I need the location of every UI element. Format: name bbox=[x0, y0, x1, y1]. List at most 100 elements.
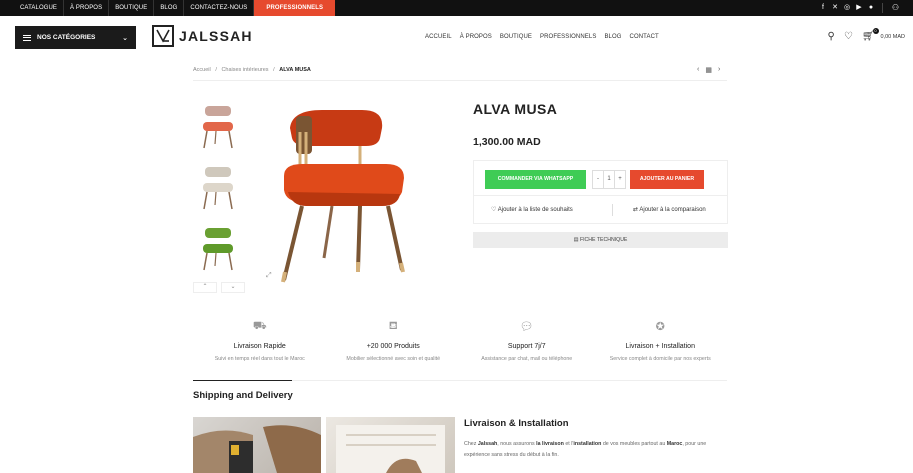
text-segment: , nous assurons bbox=[497, 441, 537, 447]
feature-desc: Assistance par chat, mail ou téléphone bbox=[481, 356, 573, 362]
top-link-catalogue[interactable]: CATALOGUE bbox=[14, 0, 65, 16]
nav-accueil[interactable]: ACCUEIL bbox=[425, 34, 452, 40]
search-icon[interactable]: ⚲ bbox=[828, 31, 835, 42]
user-icon[interactable]: ⚇ bbox=[892, 0, 899, 16]
section-divider bbox=[193, 380, 727, 381]
chat-icon: 💬︎ bbox=[519, 321, 534, 333]
top-link-boutique[interactable]: BOUTIQUE bbox=[109, 0, 155, 16]
text-bold: Maroc bbox=[666, 441, 683, 447]
chevron-down-icon: ⌄ bbox=[122, 34, 128, 42]
grid-icon[interactable]: ▦ bbox=[705, 66, 712, 74]
logo-mark-icon bbox=[152, 25, 174, 47]
thumbnail-nav: ⌃ ⌄ bbox=[193, 282, 245, 293]
chevron-right-icon[interactable]: › bbox=[718, 66, 720, 74]
thumbnail-list bbox=[193, 98, 247, 281]
logo-text: JALSSAH bbox=[179, 28, 253, 44]
top-bar: CATALOGUE À PROPOS BOUTIQUE BLOG CONTACT… bbox=[0, 0, 913, 16]
whatsapp-order-button[interactable]: COMMANDER VIA WHATSAPP bbox=[485, 170, 586, 189]
text-segment: Chez bbox=[464, 441, 478, 447]
wishlist-label: Ajouter à la liste de souhaits bbox=[497, 207, 573, 213]
cart-total[interactable]: 0,00 MAD bbox=[881, 34, 905, 40]
feature-title: +20 000 Produits bbox=[366, 343, 420, 350]
menu-icon bbox=[23, 33, 31, 42]
installation-image bbox=[326, 417, 455, 473]
text-bold: Jalssah bbox=[477, 441, 498, 447]
text-bold: installation bbox=[573, 441, 602, 447]
chevron-left-icon[interactable]: ‹ bbox=[697, 66, 699, 74]
product-pager: ‹ ▦ › bbox=[697, 66, 720, 74]
top-links: CATALOGUE À PROPOS BOUTIQUE BLOG CONTACT… bbox=[0, 0, 336, 16]
chevron-down-icon[interactable]: ⌄ bbox=[221, 282, 245, 293]
datasheet-button[interactable]: ▤ FICHE TECHNIQUE bbox=[473, 232, 728, 248]
nav-professionnels[interactable]: PROFESSIONNELS bbox=[540, 34, 596, 40]
feature-title: Support 7j/7 bbox=[507, 343, 546, 350]
add-to-wishlist-link[interactable]: ♡ Ajouter à la liste de souhaits bbox=[491, 206, 573, 213]
thumbnail-orange[interactable] bbox=[193, 98, 243, 154]
feature-item: ⛟ Livraison Rapide Suivi en temps réel d… bbox=[193, 320, 327, 362]
feature-desc: Suivi en temps réel dans tout le Maroc bbox=[214, 356, 305, 362]
text-segment: de vos meubles partout au bbox=[601, 441, 667, 447]
quantity-stepper: - 1 + bbox=[592, 170, 626, 189]
feature-title: Livraison + Installation bbox=[625, 343, 695, 350]
divider bbox=[474, 195, 727, 196]
feature-item: 💬︎ Support 7j/7 Assistance par chat, mai… bbox=[460, 320, 594, 362]
truck-icon: ⛟ bbox=[252, 320, 267, 332]
chevron-up-icon[interactable]: ⌃ bbox=[193, 282, 217, 293]
x-icon[interactable]: ✕ bbox=[831, 0, 839, 16]
youtube-icon[interactable]: ▶ bbox=[855, 0, 863, 16]
breadcrumb-category[interactable]: Chaises intérieures bbox=[221, 67, 268, 73]
feature-desc: Service complet à domicile par nos exper… bbox=[609, 356, 711, 362]
top-link-contact[interactable]: CONTACTEZ-NOUS bbox=[184, 0, 255, 16]
top-link-a-propos[interactable]: À PROPOS bbox=[64, 0, 110, 16]
document-icon: ▤ bbox=[573, 237, 579, 243]
expand-icon[interactable]: ⤢ bbox=[266, 272, 272, 280]
top-link-professionnels[interactable]: PROFESSIONNELS bbox=[254, 0, 336, 16]
breadcrumb-home[interactable]: Accueil bbox=[193, 67, 211, 73]
qty-input[interactable]: 1 bbox=[603, 171, 615, 188]
breadcrumb-separator: / bbox=[270, 67, 278, 73]
shuffle-icon: ⇄ bbox=[633, 207, 639, 213]
pinterest-icon[interactable]: ● bbox=[867, 0, 875, 16]
top-link-blog[interactable]: BLOG bbox=[154, 0, 185, 16]
add-to-compare-link[interactable]: ⇄ Ajouter à la comparaison bbox=[633, 206, 706, 213]
divider-accent bbox=[193, 380, 292, 381]
cart-icon[interactable]: 🛒︎ 0 bbox=[862, 28, 879, 42]
thumbnail-green[interactable] bbox=[193, 220, 243, 276]
sofa-icon: ⛾ bbox=[388, 320, 398, 332]
thumbnail-beige[interactable] bbox=[193, 159, 243, 215]
shipping-title: Shipping and Delivery bbox=[193, 390, 293, 401]
product-image[interactable] bbox=[262, 98, 422, 290]
logo[interactable]: JALSSAH bbox=[152, 25, 253, 47]
cart-count-badge: 0 bbox=[872, 28, 879, 34]
instagram-icon[interactable]: ◎ bbox=[843, 0, 851, 16]
feature-item: ⛾ +20 000 Produits Mobilier sélectionné … bbox=[327, 320, 461, 362]
delivery-image bbox=[193, 417, 321, 473]
breadcrumb: Accueil / Chaises intérieures / ALVA MUS… bbox=[193, 67, 311, 73]
categories-button[interactable]: NOS CATÉGORIES ⌄ bbox=[15, 26, 136, 49]
nav-a-propos[interactable]: À PROPOS bbox=[460, 34, 492, 40]
qty-decrease-button[interactable]: - bbox=[593, 171, 603, 188]
categories-label: NOS CATÉGORIES bbox=[37, 34, 96, 41]
datasheet-label: FICHE TECHNIQUE bbox=[579, 237, 628, 243]
nav-blog[interactable]: BLOG bbox=[604, 34, 621, 40]
feature-desc: Mobilier sélectionné avec soin et qualit… bbox=[346, 356, 441, 362]
text-bold: la livraison bbox=[536, 441, 564, 447]
divider bbox=[193, 80, 727, 81]
heart-icon[interactable]: ♡ bbox=[844, 31, 853, 42]
main-nav: ACCUEIL À PROPOS BOUTIQUE PROFESSIONNELS… bbox=[425, 34, 659, 40]
feature-item: ✪ Livraison + Installation Service compl… bbox=[594, 320, 728, 362]
social-links: f ✕ ◎ ▶ ● bbox=[819, 0, 875, 16]
installation-title: Livraison & Installation bbox=[464, 418, 569, 429]
product-price: 1,300.00 MAD bbox=[473, 136, 541, 148]
heart-icon: ♡ bbox=[491, 207, 497, 213]
text-segment: et l' bbox=[563, 441, 574, 447]
facebook-icon[interactable]: f bbox=[819, 0, 827, 16]
nav-contact[interactable]: CONTACT bbox=[630, 34, 659, 40]
add-to-cart-button[interactable]: AJOUTER AU PANIER bbox=[630, 170, 704, 189]
header-actions: ⚲ ♡ 🛒︎ 0 0,00 MAD bbox=[828, 28, 905, 42]
qty-increase-button[interactable]: + bbox=[615, 171, 625, 188]
topbar-divider bbox=[882, 3, 883, 13]
nav-boutique[interactable]: BOUTIQUE bbox=[500, 34, 532, 40]
compare-label: Ajouter à la comparaison bbox=[639, 207, 706, 213]
product-title: ALVA MUSA bbox=[473, 101, 558, 117]
